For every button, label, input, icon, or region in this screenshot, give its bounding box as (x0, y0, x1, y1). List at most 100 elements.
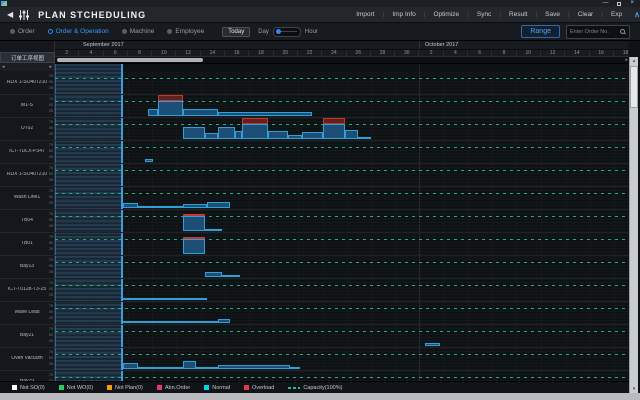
load-bar[interactable] (302, 132, 323, 139)
minimize-icon[interactable]: — (602, 0, 608, 7)
load-bar[interactable] (345, 130, 358, 139)
row-label-tb04[interactable]: TB04755025 (0, 210, 54, 233)
search-icon[interactable] (620, 29, 626, 35)
axis-tick: 14 (565, 50, 589, 57)
row-label-rdx-1-so407210[interactable]: RDX 1-SO407210755025 (0, 164, 54, 187)
scroll-down-icon[interactable]: ▾ (630, 385, 638, 393)
row-axis-ticks: 755025 (48, 327, 53, 344)
load-bar[interactable] (123, 363, 138, 369)
load-bar[interactable] (183, 361, 196, 369)
toolbar-button-save[interactable]: Save (545, 11, 560, 18)
overload-bar[interactable] (158, 95, 183, 101)
load-bar[interactable] (290, 367, 300, 369)
toolbar-button-import[interactable]: Import (356, 11, 374, 18)
view-radio-order[interactable]: Order (10, 28, 35, 35)
overload-bar[interactable] (183, 237, 205, 239)
collapse-toolbar-icon[interactable]: ∧ (634, 10, 640, 19)
row-axis-ticks: 755025 (48, 120, 53, 137)
capacity-line (55, 239, 629, 240)
timeline-scrollbar[interactable]: ▸ (55, 57, 629, 64)
scroll-right-icon[interactable]: ▸ (49, 64, 52, 70)
legend-item-abn-order: Abn.Order (157, 385, 190, 391)
load-bar[interactable] (138, 367, 183, 369)
load-bar[interactable] (196, 367, 218, 369)
vertical-scrollbar[interactable]: ▴ ▾ (629, 57, 638, 393)
load-bar[interactable] (123, 321, 218, 323)
load-bar[interactable] (123, 203, 138, 208)
toolbar-button-clear[interactable]: Clear (578, 11, 594, 18)
row-label-bay13[interactable]: Bay13755025 (0, 256, 54, 279)
load-bar[interactable] (148, 109, 158, 116)
load-bar[interactable] (158, 101, 183, 116)
order-search-box[interactable] (566, 25, 630, 39)
toolbar-separator: | (467, 11, 469, 18)
toolbar-button-optimize[interactable]: Optimize (434, 11, 460, 18)
row-label-bay29[interactable]: Bay29755025 (0, 371, 54, 381)
load-bar[interactable] (425, 343, 440, 346)
load-bar[interactable] (123, 298, 207, 300)
load-bar[interactable] (218, 127, 235, 139)
view-radio-machine[interactable]: Machine (122, 28, 155, 35)
legend-item-not-so-0: Not SO(0) (12, 385, 45, 391)
load-bar[interactable] (207, 202, 230, 208)
load-bar[interactable] (218, 365, 290, 369)
load-bar[interactable] (138, 206, 183, 208)
load-bar[interactable] (205, 133, 218, 139)
load-bar[interactable] (205, 229, 222, 231)
range-button[interactable]: Range (521, 25, 560, 38)
load-bar[interactable] (288, 135, 302, 139)
row-label-ot02[interactable]: OT02755025 (0, 118, 54, 141)
label-column-scrollbar[interactable]: ◂ ▸ (0, 63, 55, 71)
load-bar[interactable] (268, 131, 288, 139)
month-label-october: October 2017 (425, 42, 458, 48)
overload-bar[interactable] (183, 214, 205, 216)
chart-row (55, 371, 629, 381)
chart-row (55, 256, 629, 279)
load-bar[interactable] (358, 137, 371, 139)
load-bar[interactable] (183, 204, 207, 208)
load-bar[interactable] (145, 159, 153, 162)
row-label-ict-t0128-t3-25[interactable]: ICT-T0128-T3-25755025 (0, 279, 54, 302)
scroll-right-icon[interactable]: ▸ (625, 57, 628, 63)
load-bar[interactable] (183, 239, 205, 254)
load-bar[interactable] (183, 216, 205, 231)
load-bar[interactable] (183, 127, 205, 139)
toggle-knob[interactable] (276, 29, 281, 34)
load-bar[interactable] (218, 319, 230, 323)
scroll-left-icon[interactable]: ◂ (2, 64, 5, 70)
load-bar[interactable] (222, 275, 240, 277)
back-icon[interactable]: ◀ (7, 10, 13, 19)
row-label-tb01[interactable]: TB01755025 (0, 233, 54, 256)
capacity-line (55, 216, 629, 217)
row-label-wash-line1[interactable]: Wash Line1755025 (0, 187, 54, 210)
today-button[interactable]: Today (222, 27, 250, 37)
row-label-wave-lead[interactable]: Wave Lead755025 (0, 302, 54, 325)
close-icon[interactable]: × (630, 0, 634, 7)
row-label-bay21[interactable]: Bay21755025 (0, 325, 54, 348)
load-bar[interactable] (323, 124, 345, 139)
view-radio-order-operation[interactable]: Order & Operation (48, 28, 109, 35)
load-bar[interactable] (242, 124, 268, 139)
timeline-scrollbar-thumb[interactable] (57, 58, 203, 62)
overload-bar[interactable] (242, 118, 268, 124)
maximize-icon[interactable] (617, 2, 621, 6)
toolbar-button-result[interactable]: Result (509, 11, 527, 18)
overload-bar[interactable] (323, 118, 345, 124)
order-search-input[interactable] (570, 29, 618, 35)
vertical-scrollbar-thumb[interactable] (630, 66, 638, 108)
day-hour-toggle[interactable] (273, 27, 301, 37)
row-label-m1-s[interactable]: M1-S755025 (0, 95, 54, 118)
load-bar[interactable] (205, 272, 222, 277)
scroll-up-icon[interactable]: ▴ (630, 57, 638, 65)
toolbar-button-sync[interactable]: Sync (477, 11, 491, 18)
load-bar[interactable] (218, 112, 312, 116)
load-bar[interactable] (183, 109, 218, 117)
row-label-rdx-1-so407210[interactable]: RDX 1-SO407210755025 (0, 72, 54, 95)
bottom-scrollbar[interactable] (0, 393, 640, 400)
toolbar-button-exp[interactable]: Exp (611, 11, 622, 18)
row-label-ict-tdlx-p347[interactable]: ICT-TDLX-P347755025 (0, 141, 54, 164)
load-bar[interactable] (235, 131, 242, 139)
row-label-oven-vacuum[interactable]: Oven Vacuum755025 (0, 348, 54, 371)
view-radio-employee[interactable]: Employee (167, 28, 204, 35)
toolbar-button-imp-info[interactable]: Imp Info (392, 11, 415, 18)
